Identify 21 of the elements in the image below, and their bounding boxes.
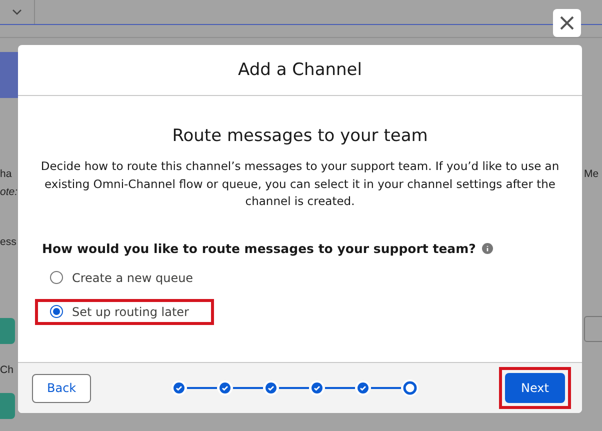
- background-text: ote:: [0, 186, 18, 198]
- radio-option[interactable]: Set up routing later: [35, 298, 214, 324]
- close-button[interactable]: [553, 9, 581, 37]
- next-button[interactable]: Next: [505, 373, 565, 403]
- background-text: ha: [0, 168, 12, 180]
- routing-question: How would you like to route messages to your support team?: [42, 240, 476, 256]
- background-text: Me: [584, 168, 599, 180]
- background-text: Ch: [0, 364, 14, 376]
- radio-option[interactable]: Create a new queue: [35, 264, 218, 290]
- background-text: ess: [0, 236, 16, 248]
- back-button[interactable]: Back: [32, 374, 92, 402]
- step-heading: Route messages to your team: [171, 126, 429, 146]
- app-tile: [0, 393, 15, 419]
- radio-button[interactable]: [50, 305, 63, 318]
- modal-title: Add a Channel: [238, 60, 362, 80]
- chevron-down-icon[interactable]: [12, 9, 22, 15]
- app-tile: [0, 318, 15, 344]
- step-description: Decide how to route this channel’s messages to your support team. If you’d like to use an existing Omni-Channel flow or queue, you can select it in your channel settings after the channel is created.: [40, 158, 560, 210]
- close-icon: [559, 15, 575, 31]
- info-icon[interactable]: [482, 242, 493, 254]
- radio-button[interactable]: [50, 271, 63, 284]
